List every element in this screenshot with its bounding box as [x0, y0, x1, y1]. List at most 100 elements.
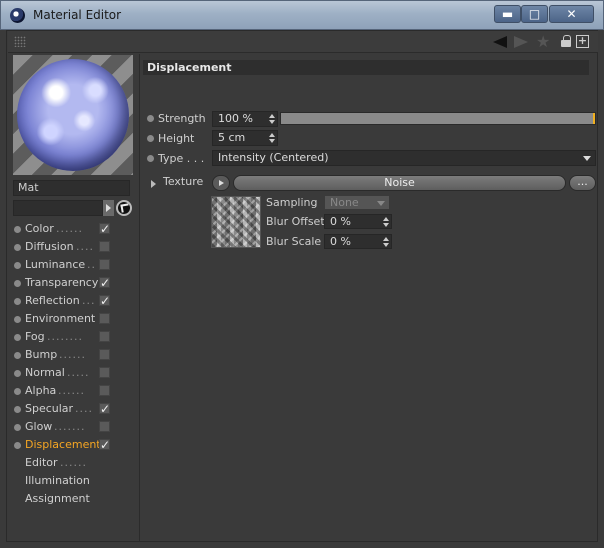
channel-dot-leader: ......: [59, 348, 86, 361]
star-icon[interactable]: ★: [536, 32, 550, 51]
lock-icon[interactable]: [561, 35, 571, 47]
noise-thumbnail[interactable]: [211, 196, 261, 248]
channel-item-fog[interactable]: Fog........: [8, 328, 140, 346]
expand-triangle-icon[interactable]: [151, 180, 156, 188]
channel-item-environment[interactable]: Environment: [8, 310, 140, 328]
channel-checkbox[interactable]: [99, 331, 110, 342]
slider-handle[interactable]: [593, 113, 595, 124]
material-preview[interactable]: [13, 55, 133, 175]
forward-arrow-icon[interactable]: [514, 36, 528, 48]
channel-label: Diffusion: [25, 240, 74, 253]
spinner-arrows-icon[interactable]: [383, 217, 389, 227]
preview-sphere: [17, 59, 129, 171]
channel-checkbox[interactable]: [99, 292, 110, 310]
channel-checkbox[interactable]: [99, 313, 110, 324]
channel-checkbox[interactable]: [99, 349, 110, 360]
sampling-value: None: [330, 196, 359, 209]
displacement-panel: Displacement Strength 100 % Height 5 cm …: [142, 54, 597, 541]
chevron-down-icon: [377, 201, 385, 206]
channel-checkbox[interactable]: [99, 400, 110, 418]
texture-shader-button[interactable]: Noise: [233, 175, 566, 191]
maximize-button[interactable]: □: [521, 5, 548, 23]
minimize-button[interactable]: ▬: [494, 5, 521, 23]
channel-dot-leader: ....: [76, 240, 94, 253]
channel-dot-icon: [14, 334, 21, 341]
grip-icon[interactable]: [14, 36, 26, 47]
type-value: Intensity (Centered): [218, 151, 329, 164]
spinner-arrows-icon[interactable]: [269, 133, 275, 143]
channel-checkbox[interactable]: [99, 385, 110, 396]
strength-input[interactable]: 100 %: [212, 111, 278, 127]
channel-label: Color: [25, 222, 54, 235]
blur-scale-label: Blur Scale: [266, 235, 322, 248]
blur-scale-input[interactable]: 0 %: [324, 234, 392, 249]
channel-checkbox[interactable]: [99, 241, 110, 252]
channel-dot-icon: [14, 298, 21, 305]
sampling-dropdown[interactable]: None: [324, 195, 390, 210]
channel-list: Color......Diffusion....Luminance..Trans…: [8, 220, 140, 508]
chevron-down-icon: [583, 156, 591, 161]
picker-icon[interactable]: [116, 200, 132, 216]
channel-item-reflection[interactable]: Reflection...: [8, 292, 140, 310]
close-button[interactable]: ✕: [549, 5, 594, 23]
channel-dot-leader: ......: [58, 384, 85, 397]
editor-frame: ★ + Mat Color......Diffusion....Luminanc…: [6, 30, 598, 542]
channel-dot-icon: [14, 424, 21, 431]
channel-item-color[interactable]: Color......: [8, 220, 140, 238]
channel-dot-leader: ........: [47, 330, 83, 343]
channel-checkbox[interactable]: [99, 259, 110, 270]
channel-dot-leader: ..: [87, 258, 96, 271]
play-arrow-icon[interactable]: [103, 200, 114, 216]
back-arrow-icon[interactable]: [493, 36, 507, 48]
channel-item-bump[interactable]: Bump......: [8, 346, 140, 364]
channel-item-alpha[interactable]: Alpha......: [8, 382, 140, 400]
channel-checkbox[interactable]: [99, 436, 110, 454]
texture-label: Texture: [163, 175, 204, 188]
blur-offset-value: 0 %: [330, 215, 351, 228]
title-bar[interactable]: Material Editor ▬ □ ✕: [0, 0, 604, 30]
channel-item-specular[interactable]: Specular....: [8, 400, 140, 418]
window-title: Material Editor: [33, 8, 122, 22]
channel-item-editor[interactable]: Editor......: [8, 454, 140, 472]
material-link-field[interactable]: [13, 200, 103, 216]
height-input[interactable]: 5 cm: [212, 130, 278, 146]
strength-slider[interactable]: [280, 112, 596, 125]
channel-item-assignment[interactable]: Assignment: [8, 490, 140, 508]
spinner-arrows-icon[interactable]: [383, 237, 389, 247]
animate-dot-icon[interactable]: [147, 115, 154, 122]
channel-item-displacement[interactable]: Displacement: [8, 436, 140, 454]
spinner-arrows-icon[interactable]: [269, 114, 275, 124]
toolbar: ★ +: [8, 31, 598, 53]
channel-item-glow[interactable]: Glow.......: [8, 418, 140, 436]
new-window-icon[interactable]: +: [576, 35, 589, 48]
animate-dot-icon[interactable]: [147, 155, 154, 162]
channel-label: Displacement: [25, 438, 101, 451]
blur-offset-input[interactable]: 0 %: [324, 214, 392, 229]
animate-dot-icon[interactable]: [147, 135, 154, 142]
blur-offset-label: Blur Offset: [266, 215, 325, 228]
channel-dot-leader: ......: [56, 222, 83, 235]
channel-dot-icon: [14, 262, 21, 269]
channel-checkbox[interactable]: [99, 274, 110, 292]
channel-checkbox[interactable]: [99, 421, 110, 432]
channel-dot-leader: ......: [60, 456, 87, 469]
material-name-field[interactable]: Mat: [13, 180, 130, 196]
channel-dot-icon: [14, 406, 21, 413]
channel-checkbox[interactable]: [99, 220, 110, 238]
channel-item-normal[interactable]: Normal.....: [8, 364, 140, 382]
channel-checkbox[interactable]: [99, 367, 110, 378]
channel-label: Fog: [25, 330, 45, 343]
channel-label: Glow: [25, 420, 53, 433]
channel-item-luminance[interactable]: Luminance..: [8, 256, 140, 274]
channel-panel: Mat Color......Diffusion....Luminance..T…: [8, 54, 140, 541]
type-dropdown[interactable]: Intensity (Centered): [212, 150, 596, 166]
channel-item-illumination[interactable]: Illumination: [8, 472, 140, 490]
cinema4d-logo-icon: [10, 8, 25, 23]
channel-label: Bump: [25, 348, 58, 361]
channel-item-transparency[interactable]: Transparency: [8, 274, 140, 292]
channel-dot-icon: [14, 280, 21, 287]
channel-dot-icon: [14, 370, 21, 377]
texture-menu-button[interactable]: [212, 175, 230, 191]
texture-browse-button[interactable]: ...: [569, 175, 596, 191]
channel-item-diffusion[interactable]: Diffusion....: [8, 238, 140, 256]
